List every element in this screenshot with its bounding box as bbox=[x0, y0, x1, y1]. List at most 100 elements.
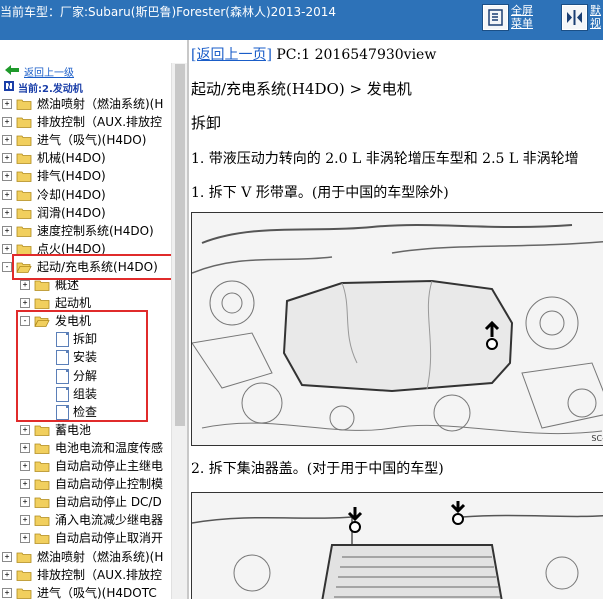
tree-item[interactable]: + 涌入电流减少继电器 bbox=[0, 511, 171, 529]
tree-item[interactable]: + 排放控制（AUX.排放控 bbox=[0, 566, 171, 584]
tree-item-label: 进气（吸气)(H4DO) bbox=[37, 133, 147, 148]
default-view-label-1: 默 bbox=[590, 4, 601, 17]
tree-item-label: 机械(H4DO) bbox=[37, 151, 106, 166]
split-view-icon bbox=[562, 5, 587, 30]
folder-icon bbox=[34, 497, 50, 509]
sidebar-scrollbar[interactable] bbox=[171, 63, 188, 599]
tree-item-label: 润滑(H4DO) bbox=[37, 205, 106, 220]
folder-icon bbox=[16, 153, 32, 165]
folder-icon bbox=[16, 135, 32, 147]
tree-item-label: 自动启动停止主继电 bbox=[55, 459, 164, 473]
folder-icon bbox=[16, 588, 32, 599]
tree-item-label: 电池电流和温度传感 bbox=[55, 440, 164, 455]
step-2-text: 2. 拆下集油器盖。(对于用于中国的车型) bbox=[191, 461, 444, 477]
page-breadcrumb: 起动/充电系统(H4DO) > 发电机 bbox=[191, 80, 412, 98]
folder-icon bbox=[16, 244, 32, 255]
expand-icon[interactable]: + bbox=[20, 497, 30, 508]
expand-icon[interactable]: + bbox=[20, 424, 30, 435]
top-bar: 当前车型：厂家:Subaru(斯巴鲁)Forester(森林人)2013-201… bbox=[0, 0, 603, 40]
expand-icon[interactable]: + bbox=[20, 461, 30, 471]
folder-icon bbox=[34, 280, 50, 291]
scrollbar-thumb[interactable] bbox=[175, 64, 185, 426]
tree-item[interactable]: + 进气（吸气)(H4DO) bbox=[0, 131, 171, 149]
fullscreen-icon bbox=[483, 5, 508, 30]
folder-icon bbox=[34, 461, 50, 472]
page-meta: PC:1 2016547930view bbox=[271, 47, 437, 63]
tree-item-label: 速度控制系统(H4DO) bbox=[37, 223, 154, 238]
tree-item[interactable]: + 自动启动停止主继电 bbox=[0, 457, 171, 475]
default-view-label-2: 视 bbox=[590, 17, 601, 30]
expand-icon[interactable]: + bbox=[2, 135, 12, 146]
collapse-icon[interactable]: - bbox=[2, 261, 12, 272]
back-link[interactable]: 返回上一级 bbox=[24, 64, 74, 79]
tree-item[interactable]: + 蓄电池 bbox=[0, 421, 171, 439]
tree-item-label: 燃油喷射（燃油系统)(H bbox=[37, 97, 164, 111]
expand-icon[interactable]: + bbox=[2, 153, 12, 164]
expand-icon[interactable]: + bbox=[2, 99, 12, 109]
tree-item[interactable]: + 自动启动停止取消开 bbox=[0, 529, 171, 547]
navigation-sidebar: 返回上一级 当前:2.发动机 + 燃油喷射（燃油系统)(H + 排放控制（AUX.排放… bbox=[0, 40, 187, 599]
tree-item-label: 排放控制（AUX.排放控 bbox=[37, 115, 163, 130]
expand-icon[interactable]: + bbox=[2, 225, 12, 236]
folder-icon bbox=[16, 208, 32, 219]
tree-item-label: 涌入电流减少继电器 bbox=[55, 513, 164, 528]
tree-item[interactable]: + 进气（吸气)(H4DOTC bbox=[0, 584, 171, 599]
expand-icon[interactable]: + bbox=[2, 587, 12, 598]
folder-icon bbox=[34, 515, 50, 527]
oil-cover-illustration bbox=[192, 493, 603, 599]
tree-item[interactable]: + 自动启动停止控制模 bbox=[0, 475, 171, 493]
current-node-label: 当前:2.发动机 bbox=[18, 84, 83, 95]
folder-icon bbox=[16, 99, 32, 110]
section-title: 拆卸 bbox=[191, 114, 222, 132]
folder-icon bbox=[16, 552, 32, 563]
folder-icon bbox=[34, 443, 50, 454]
tree-item[interactable]: + 电池电流和温度传感 bbox=[0, 439, 171, 457]
default-view-button[interactable]: 默视 bbox=[562, 4, 603, 35]
folder-icon bbox=[34, 298, 50, 309]
expand-icon[interactable]: + bbox=[20, 442, 30, 453]
tree-item-label: 自动启动停止取消开 bbox=[55, 531, 164, 546]
engine-figure-v-belt-cover: SC-0 bbox=[191, 212, 603, 446]
current-node-icon bbox=[4, 81, 14, 91]
highlight-box-generator bbox=[16, 310, 148, 422]
tree-item-label: 排放控制（AUX.排放控 bbox=[37, 567, 163, 582]
expand-icon[interactable]: + bbox=[2, 117, 12, 128]
return-previous-page-link[interactable]: [返回上一页] bbox=[191, 47, 272, 63]
tree-item[interactable]: + 润滑(H4DO) bbox=[0, 204, 171, 222]
tree-item-label: 冷却(H4DO) bbox=[37, 187, 106, 202]
back-arrow-icon bbox=[5, 65, 19, 75]
tree-item[interactable]: + 速度控制系统(H4DO) bbox=[0, 222, 171, 240]
tree-item-label: 排气(H4DO) bbox=[37, 169, 106, 184]
expand-icon[interactable]: + bbox=[2, 551, 12, 562]
highlight-box-charging bbox=[12, 254, 174, 280]
folder-icon bbox=[34, 425, 50, 436]
tree-item[interactable]: + 机械(H4DO) bbox=[0, 149, 171, 167]
expand-icon[interactable]: + bbox=[20, 280, 30, 290]
expand-icon[interactable]: + bbox=[2, 243, 12, 254]
tree-item[interactable]: + 排放控制（AUX.排放控 bbox=[0, 113, 171, 131]
tree-item[interactable]: + 燃油喷射（燃油系统)(H bbox=[0, 95, 171, 113]
folder-icon bbox=[16, 171, 32, 183]
step-1-text: 1. 拆下 V 形带罩。(用于中国的车型除外) bbox=[191, 185, 449, 201]
expand-icon[interactable]: + bbox=[20, 298, 30, 309]
expand-icon[interactable]: + bbox=[20, 533, 30, 544]
engine-illustration bbox=[192, 213, 603, 445]
tree-item[interactable]: + 燃油喷射（燃油系统)(H bbox=[0, 548, 171, 566]
expand-icon[interactable]: + bbox=[20, 515, 30, 526]
folder-icon bbox=[34, 479, 50, 490]
tree-item[interactable]: + 排气(H4DO) bbox=[0, 167, 171, 185]
content-pane: [返回上一页] PC:1 2016547930view 起动/充电系统(H4DO… bbox=[189, 40, 603, 599]
expand-icon[interactable]: + bbox=[2, 171, 12, 182]
figure-code: SC-0 bbox=[591, 434, 603, 443]
tree-item-label: 自动启动停止 DC/D bbox=[55, 495, 162, 510]
folder-icon bbox=[16, 226, 32, 237]
model-paragraph: 1. 带液压动力转向的 2.0 L 非涡轮增压车型和 2.5 L 非涡轮增 bbox=[191, 151, 579, 167]
folder-icon bbox=[16, 117, 32, 128]
expand-icon[interactable]: + bbox=[2, 189, 12, 200]
fullscreen-menu-button[interactable]: 全屏 菜单 bbox=[483, 4, 543, 35]
tree-item[interactable]: + 自动启动停止 DC/D bbox=[0, 493, 171, 511]
expand-icon[interactable]: + bbox=[2, 569, 12, 580]
expand-icon[interactable]: + bbox=[2, 207, 12, 218]
tree-item[interactable]: + 冷却(H4DO) bbox=[0, 186, 171, 204]
expand-icon[interactable]: + bbox=[20, 479, 30, 490]
